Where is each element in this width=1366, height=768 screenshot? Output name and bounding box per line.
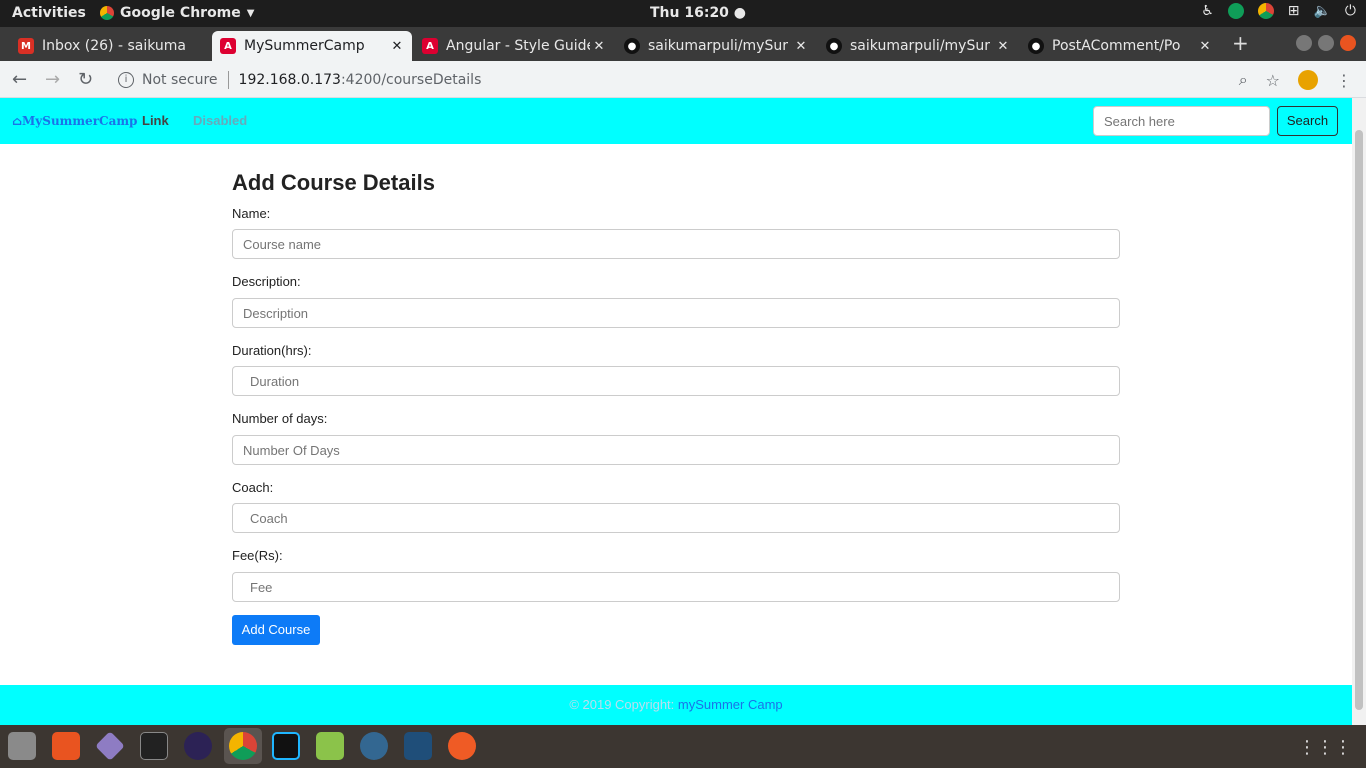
toolbar-actions: ⌕ ☆ ⋮: [1239, 70, 1352, 90]
url-path: :4200/courseDetails: [340, 72, 482, 88]
forward-icon[interactable]: →: [45, 69, 60, 90]
app-menu[interactable]: Google Chrome ▼: [100, 5, 254, 21]
tab-github-1[interactable]: ● saikumarpuli/mySur ✕: [616, 31, 816, 61]
maximize-button[interactable]: [1318, 35, 1334, 51]
postgres-icon[interactable]: [360, 732, 388, 760]
tab-title: MySummerCamp: [244, 38, 365, 54]
network-icon[interactable]: ⊞: [1288, 3, 1300, 19]
window-controls: [1296, 35, 1356, 51]
days-label: Number of days:: [232, 411, 328, 426]
chrome-icon: [100, 6, 114, 20]
add-course-button[interactable]: Add Course: [232, 615, 320, 645]
name-label: Name:: [232, 206, 271, 221]
days-field[interactable]: [232, 435, 1120, 465]
clock-text: Thu 16:20: [650, 5, 729, 21]
accessibility-icon[interactable]: ♿: [1201, 3, 1214, 19]
nav-disabled: Disabled: [193, 113, 248, 128]
page-title: Add Course Details: [232, 170, 435, 195]
gem-app-icon[interactable]: [95, 731, 125, 761]
tab-angular-style-guide[interactable]: A Angular - Style Guide ✕: [414, 31, 614, 61]
tab-inbox[interactable]: M Inbox (26) - saikuma: [10, 31, 210, 61]
mysql-workbench-icon[interactable]: [404, 732, 432, 760]
zoom-icon[interactable]: ⌕: [1239, 70, 1248, 90]
minimize-button[interactable]: [1296, 35, 1312, 51]
postman-icon[interactable]: [448, 732, 476, 760]
tab-strip: M Inbox (26) - saikuma A MySummerCamp ✕ …: [0, 27, 1366, 61]
nav-link[interactable]: Link: [142, 113, 169, 128]
copyright-text: © 2019 Copyright:: [569, 697, 675, 712]
duration-label: Duration(hrs):: [232, 343, 312, 358]
system-top-bar: Activities Google Chrome ▼ Thu 16:20 ● ♿…: [0, 0, 1366, 27]
tab-title: saikumarpuli/mySur: [850, 38, 990, 54]
coach-label: Coach:: [232, 480, 274, 495]
footer-link[interactable]: mySummer Camp: [678, 697, 783, 712]
site-footer: © 2019 Copyright: mySummer Camp: [0, 685, 1352, 725]
app-name: Google Chrome: [120, 5, 241, 21]
browser-toolbar: ← → ↻ i Not secure 192.168.0.173 :4200/c…: [0, 61, 1366, 98]
github-icon: ●: [1028, 38, 1044, 54]
site-navbar: ⌂MySummerCamp Link Disabled Search: [0, 98, 1352, 144]
star-icon[interactable]: ☆: [1266, 71, 1280, 90]
page-scrollbar[interactable]: [1352, 98, 1366, 725]
gmail-icon: M: [18, 38, 34, 54]
tab-github-3[interactable]: ● PostAComment/Po ✕: [1020, 31, 1220, 61]
hangouts-icon[interactable]: [1227, 3, 1244, 19]
close-icon[interactable]: ✕: [1196, 39, 1214, 54]
url-host: 192.168.0.173: [238, 72, 341, 88]
brand-link[interactable]: ⌂MySummerCamp: [12, 114, 137, 128]
tab-mysummercamp[interactable]: A MySummerCamp ✕: [212, 31, 412, 61]
github-icon: ●: [624, 38, 640, 54]
back-icon[interactable]: ←: [12, 69, 27, 90]
description-label: Description:: [232, 274, 301, 289]
fee-label: Fee(Rs):: [232, 548, 283, 563]
close-window-button[interactable]: [1340, 35, 1356, 51]
chrome-tray-icon[interactable]: [1257, 3, 1274, 19]
files-icon[interactable]: [8, 732, 36, 760]
chrome-dock-icon[interactable]: [229, 732, 257, 760]
brand-text: MySummerCamp: [22, 114, 138, 128]
search-input[interactable]: [1093, 106, 1270, 136]
dock: ⋮⋮⋮: [0, 725, 1366, 768]
angular-icon: A: [422, 38, 438, 54]
page-viewport: ⌂MySummerCamp Link Disabled Search Add C…: [0, 98, 1352, 725]
tab-title: Angular - Style Guide: [446, 38, 590, 54]
clock[interactable]: Thu 16:20 ●: [650, 5, 746, 21]
terminal-icon[interactable]: [140, 732, 168, 760]
angular-icon: A: [220, 38, 236, 54]
search-button[interactable]: Search: [1277, 106, 1338, 136]
new-tab-button[interactable]: +: [1232, 31, 1249, 55]
chevron-down-icon: ▼: [246, 7, 255, 19]
info-icon[interactable]: i: [118, 72, 134, 88]
close-icon[interactable]: ✕: [590, 39, 608, 54]
github-icon: ●: [826, 38, 842, 54]
reload-icon[interactable]: ↻: [78, 69, 93, 90]
profile-avatar[interactable]: [1298, 70, 1318, 90]
duration-field[interactable]: [232, 366, 1120, 396]
coach-field[interactable]: [232, 503, 1120, 533]
more-menu-icon[interactable]: ⋮: [1336, 71, 1352, 90]
tab-title: PostAComment/Po: [1052, 38, 1181, 54]
power-icon[interactable]: ⏻: [1345, 3, 1356, 19]
divider: [227, 71, 229, 89]
system-tray: ♿ ⊞ 🔈 ⏻: [1201, 3, 1356, 19]
scrollbar-thumb[interactable]: [1355, 130, 1363, 710]
webstorm-icon[interactable]: [272, 732, 300, 760]
tab-title: Inbox (26) - saikuma: [42, 38, 186, 54]
description-field[interactable]: [232, 298, 1120, 328]
close-icon[interactable]: ✕: [792, 39, 810, 54]
tab-title: saikumarpuli/mySur: [648, 38, 788, 54]
activities-button[interactable]: Activities: [12, 5, 86, 21]
app-grid-icon[interactable]: ⋮⋮⋮: [1298, 737, 1352, 758]
address-bar[interactable]: i Not secure 192.168.0.173 :4200/courseD…: [110, 66, 1290, 94]
close-icon[interactable]: ✕: [994, 39, 1012, 54]
eclipse-icon[interactable]: [184, 732, 212, 760]
fee-field[interactable]: [232, 572, 1120, 602]
name-field[interactable]: [232, 229, 1120, 259]
software-center-icon[interactable]: [52, 732, 80, 760]
volume-icon[interactable]: 🔈: [1313, 3, 1330, 19]
tab-github-2[interactable]: ● saikumarpuli/mySur ✕: [818, 31, 1018, 61]
security-status: Not secure: [142, 72, 218, 88]
close-icon[interactable]: ✕: [388, 39, 406, 54]
image-viewer-icon[interactable]: [316, 732, 344, 760]
